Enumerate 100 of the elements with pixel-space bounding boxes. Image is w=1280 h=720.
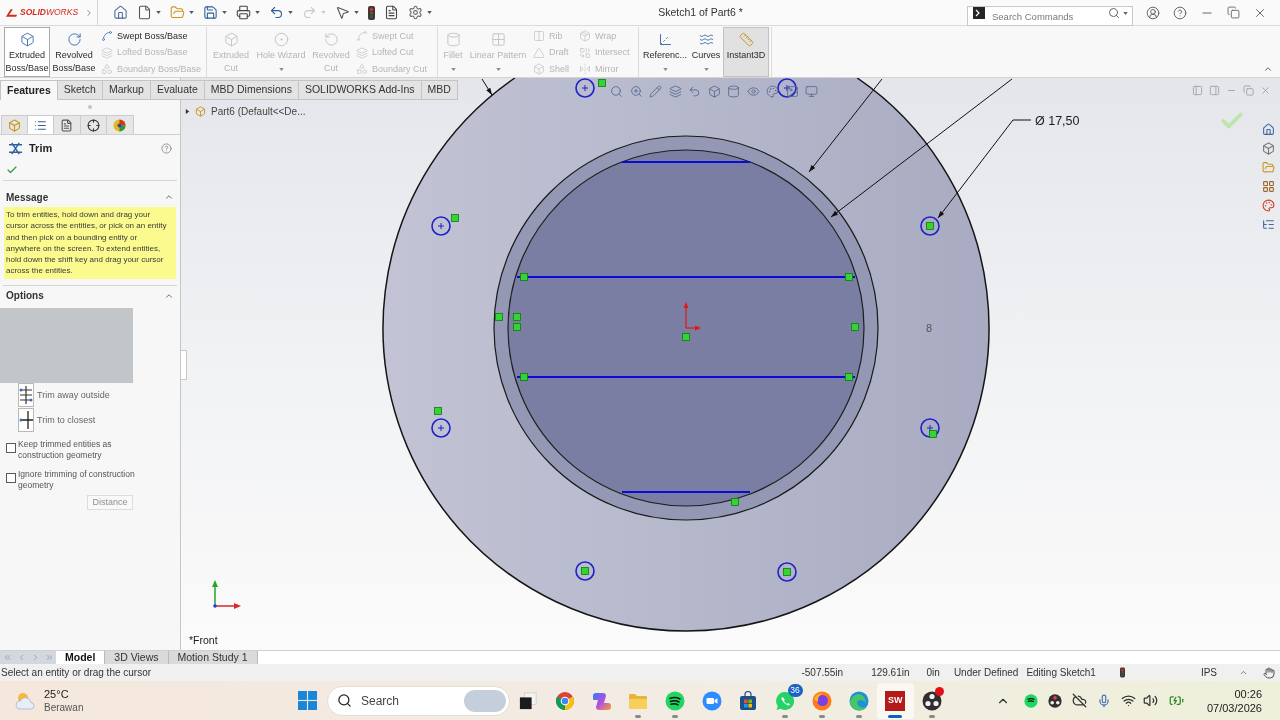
caret-icon bbox=[354, 11, 359, 14]
checkbox[interactable] bbox=[6, 472, 16, 483]
start-icon[interactable] bbox=[297, 691, 317, 710]
command-button[interactable]: Curves bbox=[689, 27, 723, 77]
bolt-hole bbox=[920, 418, 940, 438]
tab[interactable]: 3D Views bbox=[105, 651, 169, 664]
cube-icon[interactable] bbox=[1262, 142, 1275, 155]
grid-icon[interactable] bbox=[1262, 180, 1275, 193]
relation-marker-icon bbox=[495, 313, 503, 321]
caret-icon bbox=[321, 11, 326, 14]
x-coordinate: -507.55in bbox=[801, 666, 844, 680]
checkbox[interactable] bbox=[6, 442, 16, 453]
panel-tab[interactable] bbox=[107, 115, 134, 134]
palette-icon[interactable] bbox=[766, 84, 779, 98]
collapse-ribbon-icon[interactable] bbox=[1263, 64, 1273, 74]
monitor-icon[interactable] bbox=[805, 84, 818, 98]
help-icon[interactable] bbox=[1173, 5, 1187, 20]
browser-icon bbox=[811, 690, 832, 711]
hand-icon[interactable] bbox=[1263, 666, 1275, 679]
check-icon[interactable] bbox=[6, 164, 18, 176]
z-coordinate: 0in bbox=[926, 666, 940, 680]
panel-tab[interactable] bbox=[80, 115, 107, 134]
sketch-origin-icon bbox=[683, 302, 701, 331]
zoom-in-icon[interactable] bbox=[629, 84, 643, 98]
tab[interactable]: Motion Study 1 bbox=[168, 651, 258, 664]
notification-badge: 36 bbox=[787, 683, 803, 697]
list-icon bbox=[33, 118, 47, 132]
chevron-right-icon[interactable] bbox=[84, 7, 94, 18]
undo-icon[interactable] bbox=[688, 84, 701, 98]
command-button[interactable]: Extruded Boss/Base bbox=[4, 27, 50, 77]
home-icon[interactable] bbox=[1262, 123, 1275, 136]
leader-line bbox=[481, 78, 493, 96]
shopping-bag-icon bbox=[738, 690, 759, 711]
tile-left-icon[interactable] bbox=[1192, 85, 1203, 96]
list-tree-icon[interactable] bbox=[1262, 218, 1275, 231]
caret-up-icon[interactable] bbox=[1239, 668, 1248, 677]
music-app-icon[interactable] bbox=[1023, 693, 1038, 708]
command-button[interactable]: Instant3D bbox=[723, 27, 769, 77]
cube-icon[interactable] bbox=[707, 84, 721, 98]
command-button[interactable]: Revolved Boss/Base bbox=[50, 27, 98, 77]
tab[interactable]: Sketch bbox=[57, 80, 103, 100]
folder-icon[interactable] bbox=[1262, 161, 1275, 174]
taskbar-app[interactable]: SW bbox=[876, 682, 914, 719]
tab[interactable]: Evaluate bbox=[150, 80, 205, 100]
cylinder-icon[interactable] bbox=[727, 84, 740, 98]
command-button[interactable]: Referenc... bbox=[641, 27, 689, 77]
app-logo-tile: SW bbox=[885, 690, 906, 711]
running-indicator bbox=[782, 714, 789, 718]
collapsed-arrow-icon[interactable] bbox=[185, 108, 190, 114]
microphone-icon[interactable] bbox=[1096, 693, 1111, 708]
units-label[interactable]: IPS bbox=[1200, 665, 1217, 680]
tab[interactable]: Markup bbox=[102, 80, 151, 100]
panel-collapse-handle[interactable] bbox=[181, 350, 187, 380]
restore-icon[interactable] bbox=[1227, 6, 1240, 19]
app-logo: SOLIDWORKS bbox=[20, 6, 79, 19]
cube-icon bbox=[533, 63, 545, 76]
panel-tab[interactable] bbox=[54, 115, 81, 134]
relation-marker-icon bbox=[926, 222, 934, 230]
relation-marker-icon bbox=[783, 568, 791, 576]
clock-date[interactable]: 07/03/2026 bbox=[1206, 700, 1262, 715]
waves-icon bbox=[698, 32, 714, 47]
taskbar-app[interactable]: 36 bbox=[766, 682, 804, 719]
user-icon[interactable] bbox=[1146, 5, 1160, 20]
tab[interactable]: MBD Dimensions bbox=[204, 80, 299, 100]
command-button[interactable]: Swept Boss/Base bbox=[98, 28, 204, 45]
tab[interactable]: SOLIDWORKS Add-Ins bbox=[298, 80, 422, 100]
help-icon[interactable] bbox=[161, 142, 172, 154]
spline-icon bbox=[356, 30, 368, 43]
image-icon[interactable] bbox=[785, 84, 799, 98]
tile-right-icon[interactable] bbox=[1209, 85, 1220, 96]
cube-icon bbox=[19, 32, 35, 47]
battery-charging-icon[interactable] bbox=[1167, 693, 1185, 708]
search-field[interactable]: Search Commands bbox=[967, 6, 1133, 26]
relation-marker-icon bbox=[929, 430, 937, 438]
view-label: *Front bbox=[189, 633, 218, 649]
recorder-app-icon[interactable] bbox=[1047, 693, 1062, 708]
wifi-icon[interactable] bbox=[1120, 693, 1136, 708]
cylinder-icon bbox=[445, 32, 461, 47]
layers-icon[interactable] bbox=[668, 84, 682, 98]
search-icon[interactable] bbox=[1108, 6, 1120, 19]
running-indicator bbox=[855, 714, 862, 718]
trim-option[interactable]: Trim to closest bbox=[0, 407, 150, 433]
magnifier-icon[interactable] bbox=[610, 84, 623, 98]
pencil-icon[interactable] bbox=[649, 84, 662, 98]
tree-item[interactable]: Part6 (Default<<De... bbox=[211, 103, 306, 119]
logo-mark-icon bbox=[5, 7, 18, 18]
tab[interactable]: Features bbox=[0, 80, 58, 100]
panel-title: Trim bbox=[29, 140, 53, 156]
clock-time[interactable]: 00:26 bbox=[1234, 686, 1262, 701]
section-header[interactable]: Options bbox=[0, 285, 180, 306]
cloud-off-icon[interactable] bbox=[1071, 693, 1087, 708]
eye-icon[interactable] bbox=[746, 84, 760, 98]
tab[interactable]: MBD bbox=[421, 80, 458, 100]
trim-option[interactable]: Trim away outside bbox=[0, 382, 150, 408]
speaker-icon[interactable] bbox=[1142, 693, 1158, 708]
axes-icon bbox=[657, 32, 673, 47]
relation-marker-icon bbox=[845, 273, 853, 281]
palette-icon[interactable] bbox=[1262, 199, 1275, 212]
settings-icon bbox=[408, 5, 423, 20]
section-header[interactable]: Message bbox=[0, 187, 180, 207]
